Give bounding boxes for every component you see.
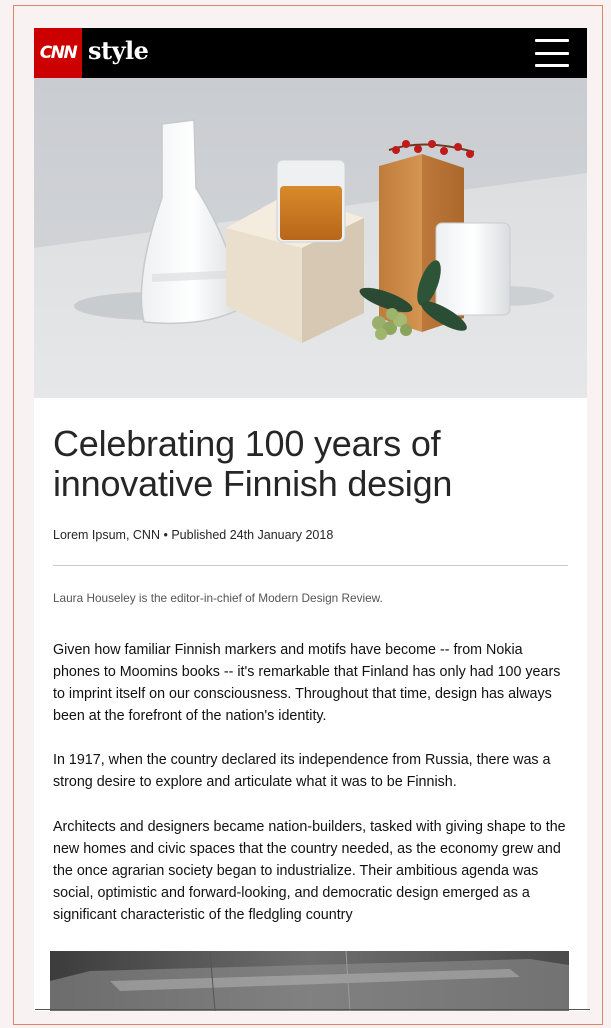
- byline-divider: [53, 565, 568, 566]
- cnn-logo-text: CNN: [39, 43, 78, 63]
- article-headline: Celebrating 100 years of innovative Finn…: [53, 423, 453, 504]
- article-paragraph: Given how familiar Finnish markers and m…: [53, 642, 561, 724]
- hero-image: [34, 78, 587, 398]
- section-name[interactable]: style: [88, 36, 149, 65]
- article-paragraph: Architects and designers became nation-b…: [53, 819, 566, 923]
- published-date: Published 24th January 2018: [171, 528, 334, 542]
- viewport-bottom-edge: [35, 1009, 590, 1010]
- author-link[interactable]: Lorem Ipsum, CNN: [53, 528, 160, 542]
- article-byline: Lorem Ipsum, CNN • Published 24th Januar…: [53, 528, 333, 542]
- site-header: CNN style: [34, 28, 587, 78]
- cnn-logo[interactable]: CNN: [34, 28, 82, 78]
- mobile-page: CNN style Celebrating 100 years of innov…: [34, 28, 587, 1011]
- byline-separator: •: [163, 528, 168, 542]
- editor-note: Laura Houseley is the editor-in-chief of…: [53, 591, 383, 605]
- article-image: [50, 951, 569, 1011]
- article-paragraph: In 1917, when the country declared its i…: [53, 752, 551, 790]
- hamburger-menu-icon[interactable]: [535, 39, 569, 67]
